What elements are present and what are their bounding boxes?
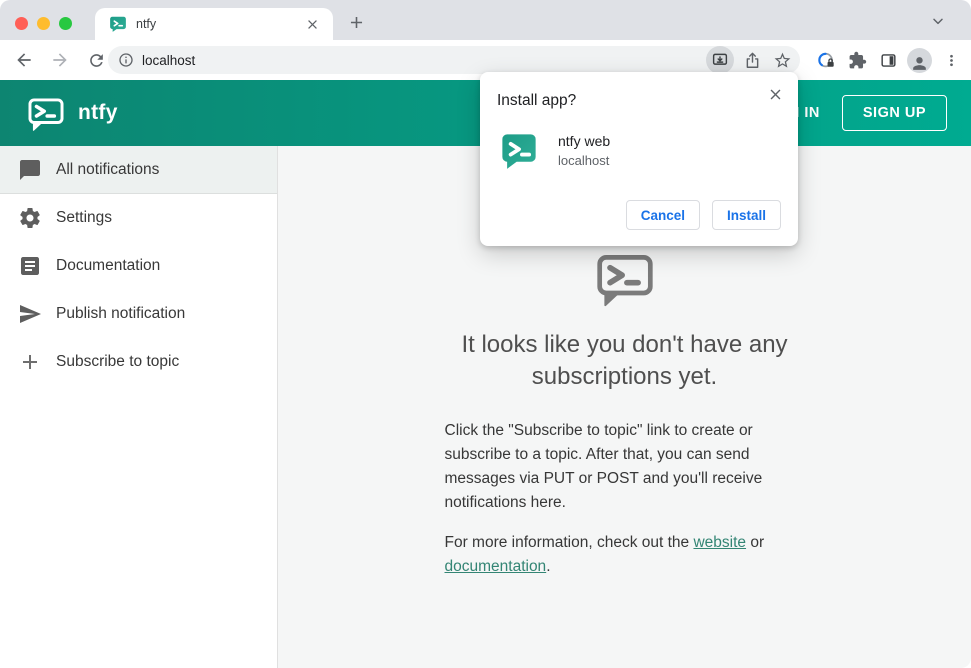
send-icon xyxy=(20,305,41,323)
ntfy-logo-icon xyxy=(28,98,64,131)
install-button[interactable]: Install xyxy=(711,200,781,230)
chat-bubble-icon xyxy=(20,159,40,180)
documentation-link[interactable]: documentation xyxy=(445,558,547,575)
forward-arrow-icon[interactable] xyxy=(46,46,74,74)
new-tab-button[interactable] xyxy=(342,8,370,36)
install-app-icon[interactable] xyxy=(706,46,734,74)
plus-icon xyxy=(23,355,37,369)
sidebar-item-label: Publish notification xyxy=(56,305,186,322)
refresh-icon[interactable] xyxy=(82,46,110,74)
website-link[interactable]: website xyxy=(693,534,746,551)
gear-icon xyxy=(20,208,40,228)
site-info-icon[interactable] xyxy=(118,52,134,68)
more-info-prefix: For more information, check out the xyxy=(444,534,694,551)
more-menu-icon[interactable] xyxy=(939,48,963,72)
dialog-app-name: ntfy web xyxy=(558,133,611,149)
window-maximize-button[interactable] xyxy=(59,17,72,30)
ntfy-app-icon xyxy=(502,134,536,169)
tab-search-chevron-icon[interactable] xyxy=(927,10,949,32)
install-app-dialog: Install app? ntfy web localhost Cancel I… xyxy=(480,72,798,246)
tab-close-icon[interactable] xyxy=(303,15,321,33)
article-icon xyxy=(21,257,39,275)
brand-name: ntfy xyxy=(78,101,118,124)
browser-window: ntfy localhost ntfy IN SIGN UP All notif… xyxy=(0,0,971,668)
more-info-middle: or xyxy=(746,534,765,551)
side-panel-icon[interactable] xyxy=(876,48,900,72)
sidebar-item-all-notifications[interactable]: All notifications xyxy=(0,146,277,194)
sidebar-item-subscribe-to-topic[interactable]: Subscribe to topic xyxy=(0,338,277,386)
browser-tab[interactable]: ntfy xyxy=(95,8,333,40)
dialog-close-icon[interactable] xyxy=(765,84,785,104)
extensions-puzzle-icon[interactable] xyxy=(845,48,869,72)
ntfy-watermark-icon xyxy=(596,255,653,307)
sidebar: All notifications Settings Documentation… xyxy=(0,146,278,668)
sidebar-item-label: Documentation xyxy=(56,257,161,274)
window-minimize-button[interactable] xyxy=(37,17,50,30)
empty-state-more-info: For more information, check out the webs… xyxy=(445,531,805,579)
url-text[interactable]: localhost xyxy=(142,53,706,68)
sign-up-button[interactable]: SIGN UP xyxy=(841,95,947,131)
address-bar[interactable]: localhost xyxy=(108,46,800,74)
back-arrow-icon[interactable] xyxy=(10,46,38,74)
dialog-title: Install app? xyxy=(497,92,577,109)
sidebar-item-label: Settings xyxy=(56,209,113,226)
extension-lock-icon[interactable] xyxy=(814,48,838,72)
dialog-app-origin: localhost xyxy=(558,153,610,168)
sidebar-item-label: All notifications xyxy=(56,160,160,178)
share-icon[interactable] xyxy=(740,48,764,72)
more-info-suffix: . xyxy=(546,558,551,575)
sidebar-item-publish-notification[interactable]: Publish notification xyxy=(0,290,277,338)
ntfy-favicon-icon xyxy=(110,16,126,32)
empty-state-body: Click the "Subscribe to topic" link to c… xyxy=(444,422,763,511)
sidebar-item-settings[interactable]: Settings xyxy=(0,194,277,242)
tab-title: ntfy xyxy=(136,17,157,31)
sidebar-item-documentation[interactable]: Documentation xyxy=(0,242,277,290)
bookmark-star-icon[interactable] xyxy=(770,48,794,72)
cancel-button[interactable]: Cancel xyxy=(625,200,700,230)
window-close-button[interactable] xyxy=(15,17,28,30)
sidebar-item-label: Subscribe to topic xyxy=(56,353,180,370)
empty-state-heading: It looks like you don't have any subscri… xyxy=(461,331,788,390)
profile-avatar-icon[interactable] xyxy=(907,47,932,73)
tab-strip: ntfy xyxy=(0,0,971,40)
